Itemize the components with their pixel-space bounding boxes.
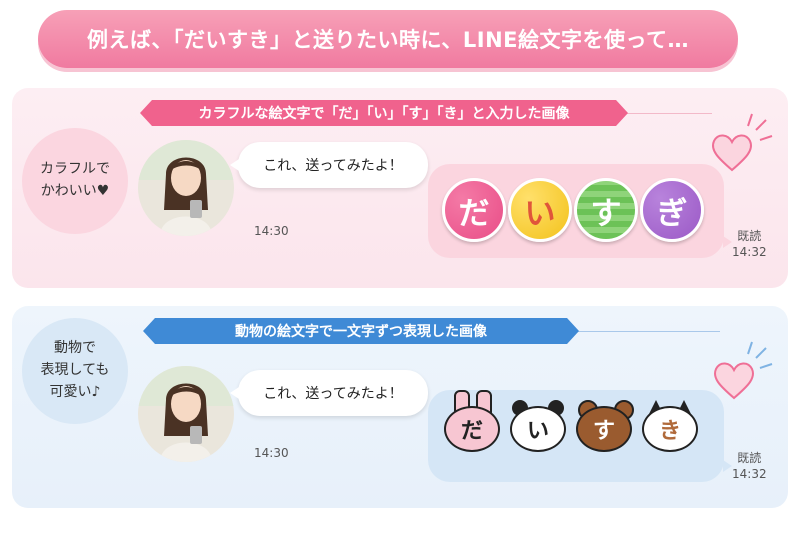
headline-banner: 例えば、「だいすき」と送りたい時に、LINE絵文字を使って… [38,10,738,68]
read-label: 既読 [737,451,762,465]
ribbon-line [622,113,712,114]
animal-caption-circle: 動物で 表現しても 可愛い♪ [22,318,128,424]
cat-char: き [642,406,698,452]
message-bubble: これ、送ってみたよ！ [230,370,428,416]
sticker-i: い [508,178,572,242]
read-label: 既読 [737,229,762,243]
heart-icon [712,113,773,172]
cat-sticker: き [642,400,698,452]
caption-line: 表現しても [40,362,110,379]
animal-ribbon: 動物の絵文字で一文字ずつ表現した画像 [143,318,579,344]
headline-text: 例えば、「だいすき」と送りたい時に、LINE絵文字を使って… [87,28,689,52]
avatar [138,366,234,462]
message-text: これ、送ってみたよ！ [263,158,403,174]
caption-line: 可愛い♪ [49,383,101,400]
panda-char: い [510,406,566,452]
panda-sticker: い [510,400,566,452]
read-time: 14:32 [732,467,767,482]
message-text: これ、送ってみたよ！ [263,386,403,402]
bear-sticker: す [576,400,634,452]
caption-line: カラフルで [40,161,110,178]
avatar [138,140,234,236]
colorful-caption-circle: カラフルで かわいい♥ [22,128,128,234]
heart-icon [714,341,773,400]
colorful-ribbon-text: カラフルな絵文字で「だ」「い」「す」「き」と入力した画像 [198,106,570,122]
sticker-gi: ぎ [640,178,704,242]
ribbon-line [572,331,720,332]
animal-ribbon-text: 動物の絵文字で一文字ずつ表現した画像 [235,324,487,340]
bear-char: す [576,406,632,452]
caption-line: かわいい♥ [40,183,110,199]
sticker-su: す [574,178,638,242]
rabbit-sticker: だ [444,390,500,452]
message-bubble: これ、送ってみたよ！ [230,142,428,188]
read-receipt: 既読 14:32 [732,450,767,482]
read-receipt: 既読 14:32 [732,228,767,260]
colorful-ribbon: カラフルな絵文字で「だ」「い」「す」「き」と入力した画像 [140,100,628,126]
sent-time: 14:30 [254,224,289,238]
rabbit-char: だ [444,406,500,452]
caption-line: 動物で [53,340,96,357]
read-time: 14:32 [732,245,767,260]
sticker-da: だ [442,178,506,242]
sent-time: 14:30 [254,446,289,460]
